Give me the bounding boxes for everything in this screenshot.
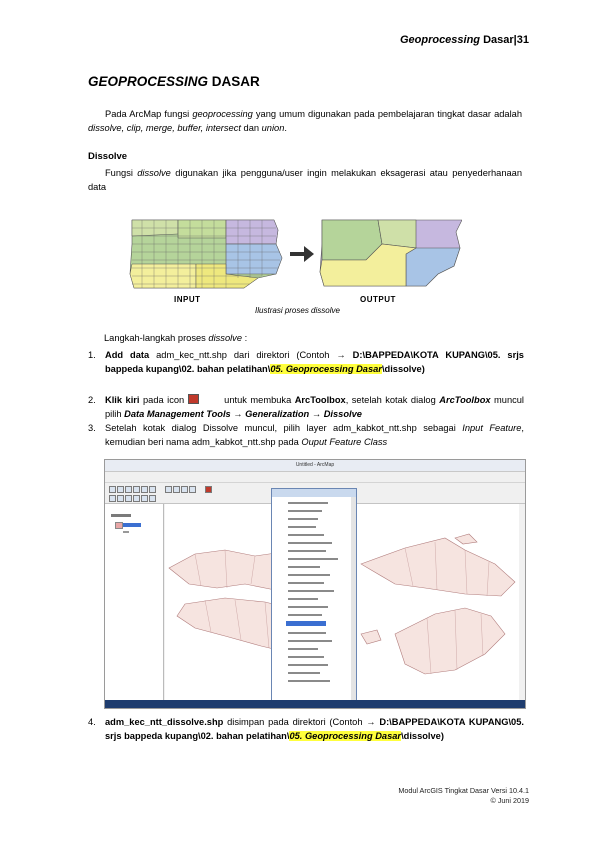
page-number: 31: [516, 34, 529, 46]
highlighted-folder: 05. Geoprocessing Dasar: [270, 364, 382, 374]
step-number: 1.: [88, 350, 96, 360]
text: Fungsi: [105, 168, 138, 178]
title-rest: DASAR: [208, 74, 260, 89]
output-label: OUTPUT: [360, 295, 396, 304]
step-number: 4.: [88, 717, 96, 727]
steps-intro: Langkah-langkah proses dissolve :: [104, 333, 247, 343]
selected-dissolve-tool[interactable]: [286, 621, 326, 626]
section-heading-dissolve: Dissolve: [88, 151, 128, 162]
arctoolbox-titlebar: [272, 489, 356, 497]
text: dissolve: [137, 168, 171, 178]
text: dissolve, clip, merge, buffer, intersect: [88, 123, 241, 133]
step-3: 3. Setelah kotak dialog Dissolve muncul,…: [88, 421, 524, 449]
text: adm_kec_ntt_dissolve.shp: [105, 717, 224, 727]
text: yang umum digunakan pada pembelajaran ti…: [252, 109, 522, 119]
menu-bar: [105, 472, 525, 483]
text: :: [242, 333, 248, 343]
arcmap-screenshot: Untitled - ArcMap: [104, 459, 526, 709]
toolbar-icon: [117, 486, 124, 493]
toolbar-icon: [189, 486, 196, 493]
text: \dissolve): [401, 731, 444, 741]
text: Add data: [105, 350, 150, 360]
text: adm_kec_ntt.shp dari direktori (Contoh →: [149, 350, 353, 360]
step-number: 3.: [88, 423, 96, 433]
highlighted-folder: 05. Geoprocessing Dasar: [289, 731, 402, 741]
toolbar-icon: [141, 495, 148, 502]
text: union: [261, 123, 285, 133]
text: dissolve: [208, 333, 242, 343]
text: \dissolve): [381, 364, 425, 374]
intro-paragraph: Pada ArcMap fungsi geoprocessing yang um…: [88, 107, 522, 135]
text: Klik kiri: [105, 395, 140, 405]
text: ArcToolbox: [439, 395, 491, 405]
figure-caption: Ilustrasi proses dissolve: [255, 306, 340, 315]
arrow-icon: [290, 246, 314, 262]
footer-line-1: Modul ArcGIS Tingkat Dasar Versi 10.4.1: [398, 786, 529, 795]
step-2: 2. Klik kiri pada icon untuk membuka Arc…: [88, 393, 524, 421]
header-rest: Dasar|: [480, 34, 517, 46]
text: geoprocessing: [192, 109, 253, 119]
arctoolbox-window: [271, 488, 357, 702]
window-titlebar: Untitled - ArcMap: [105, 460, 525, 472]
title-italic: GEOPROCESSING: [88, 74, 209, 89]
toolbar-icon: [117, 495, 124, 502]
text: pada icon: [139, 395, 188, 405]
toolbar-icon: [181, 486, 188, 493]
menu-path: Data Management Tools → Generalization →…: [124, 409, 362, 419]
window-title: Untitled - ArcMap: [295, 462, 335, 468]
toolbar-icon: [173, 486, 180, 493]
step-number: 2.: [88, 395, 96, 405]
input-map: [129, 219, 283, 289]
text: untuk membuka: [220, 395, 295, 405]
text: Langkah-langkah proses: [104, 333, 209, 343]
toolbar-icon: [141, 486, 148, 493]
toolbar-icon: [109, 495, 116, 502]
windows-taskbar: [105, 700, 525, 708]
input-label: INPUT: [174, 295, 201, 304]
text: Ouput Feature Class: [301, 437, 388, 447]
scrollbar[interactable]: [351, 497, 356, 701]
toolbar-icon: [125, 495, 132, 502]
toolbar-icon: [149, 486, 156, 493]
header-italic: Geoprocessing: [399, 34, 481, 46]
step-1: 1. Add data adm_kec_ntt.shp dari direkto…: [88, 348, 524, 376]
arctoolbox-icon: [187, 394, 199, 404]
arctoolbox-icon: [205, 486, 212, 493]
dissolve-illustration: INPUT OUTPUT: [129, 219, 462, 304]
text: ArcToolbox: [294, 395, 346, 405]
text: Setelah kotak dialog Dissolve muncul, pi…: [105, 423, 463, 433]
running-header: Geoprocessing Dasar|31: [400, 34, 529, 46]
step-4: 4. adm_kec_ntt_dissolve.shp disimpan pad…: [88, 715, 524, 743]
output-map: [319, 219, 462, 287]
toolbar-icon: [109, 486, 116, 493]
text: Pada ArcMap fungsi: [105, 109, 193, 119]
toolbar-icon: [149, 495, 156, 502]
text: dan: [240, 123, 262, 133]
text: Input Feature: [462, 423, 522, 433]
text: .: [284, 123, 287, 133]
toolbar-icon: [165, 486, 172, 493]
toolbar-icon: [133, 495, 140, 502]
table-of-contents-panel: [105, 504, 164, 700]
toolbar-icon: [125, 486, 132, 493]
footer-line-2: © Juni 2019: [490, 796, 529, 805]
text: disimpan pada direktori (Contoh →: [223, 717, 380, 727]
text: , setelah kotak dialog: [345, 395, 440, 405]
page-title: GEOPROCESSING DASAR: [88, 74, 260, 89]
toolbar-icon: [133, 486, 140, 493]
dissolve-paragraph: Fungsi dissolve digunakan jika pengguna/…: [88, 166, 522, 194]
